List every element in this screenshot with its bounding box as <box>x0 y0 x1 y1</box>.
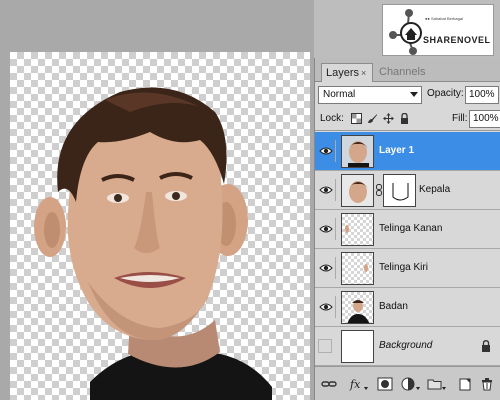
visibility-toggle[interactable] <box>318 296 336 318</box>
watermark-name: SHARENOVEL <box>423 35 491 45</box>
fill-label: Fill: <box>452 113 468 124</box>
folder-icon[interactable] <box>427 377 447 391</box>
fill-field[interactable]: 100% <box>469 110 500 128</box>
move-icon[interactable] <box>383 113 394 124</box>
watermark-logo: ●● Sahabat Berbagai SHARENOVEL <box>382 4 494 56</box>
visibility-toggle[interactable] <box>318 218 336 240</box>
tab-layers[interactable]: Layers × <box>321 63 373 82</box>
lock-fill-row: Lock: Fill: 100% <box>315 107 500 131</box>
visibility-toggle[interactable] <box>318 339 332 353</box>
blend-mode-value: Normal <box>323 89 356 100</box>
caricature-image <box>34 87 272 400</box>
opacity-field[interactable]: 100% <box>465 86 499 104</box>
mask-icon[interactable] <box>377 377 393 391</box>
lock-label: Lock: <box>320 113 344 124</box>
layer-row-kepala[interactable]: Kepala <box>315 171 500 210</box>
layer-thumbnail <box>341 252 374 285</box>
layer-thumbnail <box>341 135 374 168</box>
layers-list: Layer 1 Kepala Telinga Kanan Telinga Kir… <box>315 132 500 366</box>
layer-name[interactable]: Badan <box>379 301 408 312</box>
layer-name[interactable]: Telinga Kiri <box>379 262 428 273</box>
layer-thumbnail <box>341 291 374 324</box>
visibility-toggle[interactable] <box>318 140 336 162</box>
layer-row-badan[interactable]: Badan <box>315 288 500 327</box>
network-icon <box>389 9 422 55</box>
adjustment-icon[interactable] <box>401 377 421 391</box>
layer-name[interactable]: Telinga Kanan <box>379 223 442 234</box>
eye-icon <box>319 186 333 194</box>
close-icon[interactable]: × <box>361 68 366 78</box>
blend-mode-select[interactable]: Normal <box>318 86 422 104</box>
photoshop-window: ●● Sahabat Berbagai SHARENOVEL Layers × C… <box>0 0 500 400</box>
brush-icon[interactable] <box>367 113 378 124</box>
layer-row-background[interactable]: Background <box>315 327 500 366</box>
link-layers-icon[interactable] <box>321 377 337 391</box>
document-canvas[interactable] <box>10 52 310 400</box>
svg-text:fx: fx <box>349 378 361 391</box>
lock-transparency-icon[interactable] <box>351 113 362 124</box>
trash-icon[interactable] <box>479 377 495 391</box>
canvas-area <box>0 0 314 400</box>
opacity-label: Opacity: <box>427 88 464 99</box>
layer-name[interactable]: Background <box>379 340 432 351</box>
layer-name[interactable]: Kepala <box>419 184 450 195</box>
layers-panel: Layers × Channels Normal Opacity: 100% Lo… <box>314 58 500 400</box>
layer-row-telinga-kanan[interactable]: Telinga Kanan <box>315 210 500 249</box>
layers-panel-footer: fx <box>315 366 500 400</box>
lock-icon[interactable] <box>399 113 410 124</box>
fx-icon[interactable]: fx <box>349 377 369 391</box>
layer-name[interactable]: Layer 1 <box>379 145 414 156</box>
layer-thumbnail <box>341 330 374 363</box>
tab-layers-label: Layers <box>326 67 360 79</box>
chain-link-icon[interactable] <box>376 184 382 196</box>
new-layer-icon[interactable] <box>457 377 473 391</box>
tab-channels[interactable]: Channels <box>375 63 425 82</box>
layer-row-layer-1[interactable]: Layer 1 <box>315 132 500 171</box>
watermark-subtitle: ●● Sahabat Berbagai <box>425 16 463 21</box>
eye-icon <box>319 303 333 311</box>
blend-opacity-row: Normal Opacity: 100% <box>315 83 500 107</box>
eye-icon <box>319 264 333 272</box>
chevron-down-icon <box>410 92 418 97</box>
layer-thumbnail <box>341 174 374 207</box>
visibility-toggle[interactable] <box>318 257 336 279</box>
panel-tab-bar: Layers × Channels <box>315 58 500 82</box>
layer-row-telinga-kiri[interactable]: Telinga Kiri <box>315 249 500 288</box>
visibility-toggle[interactable] <box>318 179 336 201</box>
eye-icon <box>319 225 333 233</box>
layer-thumbnail <box>341 213 374 246</box>
eye-icon <box>319 147 333 155</box>
layer-mask-thumbnail[interactable] <box>383 174 416 207</box>
lock-icon <box>482 340 490 352</box>
